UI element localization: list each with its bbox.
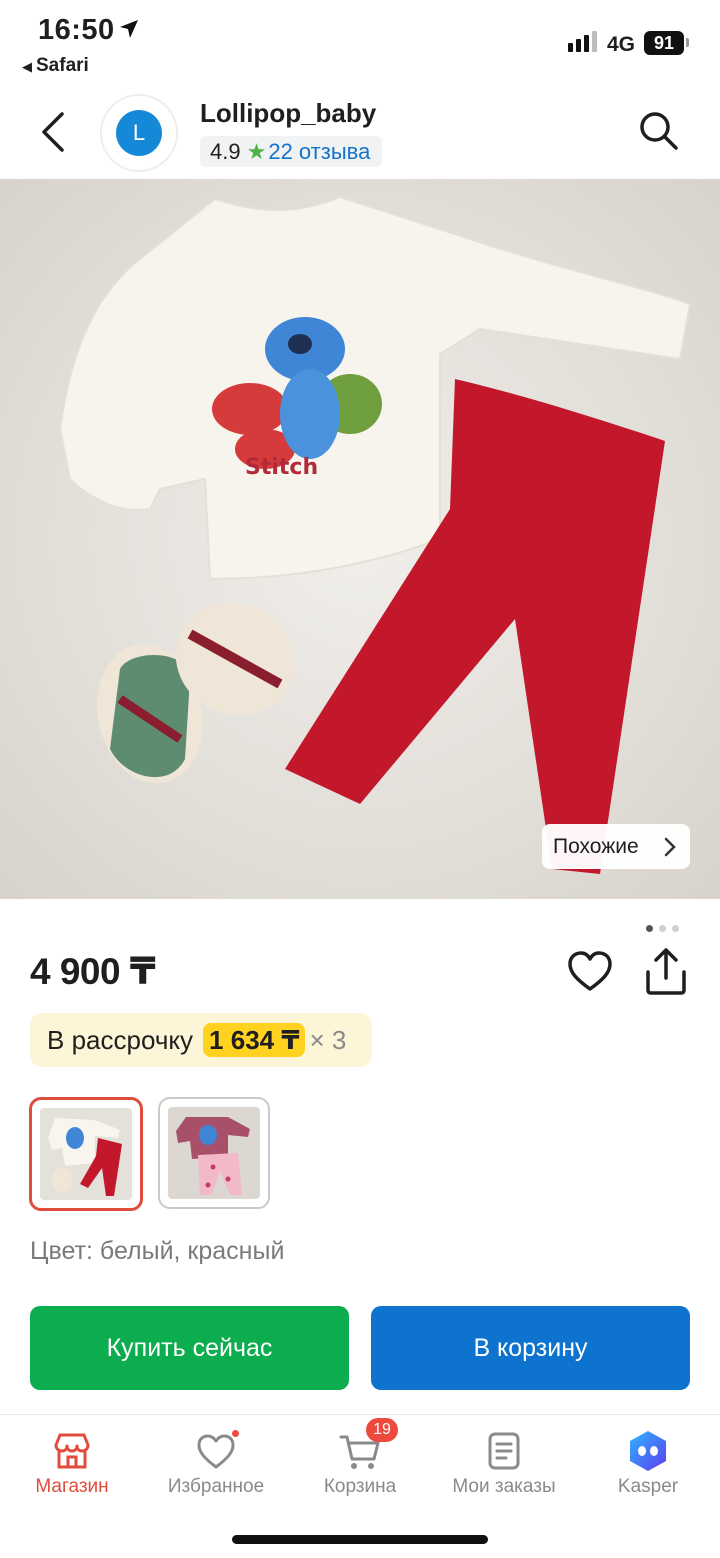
location-arrow-icon xyxy=(120,20,138,38)
rating-value: 4.9 xyxy=(210,139,241,164)
product-image[interactable]: Stitch Похожие xyxy=(0,179,720,899)
orders-icon xyxy=(488,1432,520,1470)
pager-dot xyxy=(672,925,679,932)
battery-icon: 91 xyxy=(644,31,684,55)
tab-label: Избранное xyxy=(167,1476,265,1497)
shop-icon xyxy=(54,1433,90,1469)
selected-color-label: Цвет: белый, красный xyxy=(30,1237,285,1265)
battery-tip xyxy=(686,38,689,47)
back-app-label: Safari xyxy=(36,55,89,76)
notification-dot xyxy=(230,1428,241,1439)
tab-cart[interactable]: 19 Корзина xyxy=(288,1415,432,1515)
star-icon: ★ xyxy=(246,139,267,164)
variant-image xyxy=(168,1107,260,1199)
pager-dot xyxy=(646,925,653,932)
rating-pill[interactable]: 4.9 ★22 отзыва xyxy=(200,136,383,167)
search-icon[interactable] xyxy=(634,106,682,154)
tab-label: Магазин xyxy=(35,1476,109,1497)
product-photo-illustration: Stitch xyxy=(0,179,720,899)
tab-label: Kasper xyxy=(617,1476,679,1497)
add-to-cart-button[interactable]: В корзину xyxy=(371,1306,690,1390)
back-chevron-icon[interactable] xyxy=(30,108,78,156)
variant-thumbnail-pink[interactable] xyxy=(158,1097,270,1209)
chevron-right-icon xyxy=(664,837,676,857)
kasper-icon xyxy=(630,1431,666,1471)
installment-amount: 1 634 ₸ xyxy=(203,1023,306,1057)
heart-icon[interactable] xyxy=(566,948,614,996)
home-indicator xyxy=(232,1535,488,1544)
cart-count-badge: 19 xyxy=(366,1418,398,1442)
reviews-link[interactable]: 22 отзыва xyxy=(268,139,370,164)
tab-my-orders[interactable]: Мои заказы xyxy=(432,1415,576,1515)
tab-kasper[interactable]: Kasper xyxy=(576,1415,720,1515)
tab-shop[interactable]: Магазин xyxy=(0,1415,144,1515)
installment-multiplier: × 3 xyxy=(309,1025,347,1055)
shop-header: L Lollipop_baby 4.9 ★22 отзыва xyxy=(0,86,720,179)
network-type: 4G xyxy=(607,33,636,56)
back-to-app-link[interactable]: ◀ Safari xyxy=(22,55,89,77)
svg-text:Stitch: Stitch xyxy=(245,455,318,480)
tab-favorites[interactable]: Избранное xyxy=(144,1415,288,1515)
tab-label: Корзина xyxy=(323,1476,397,1497)
buy-now-button[interactable]: Купить сейчас xyxy=(30,1306,349,1390)
variant-thumbnail-white-red[interactable] xyxy=(29,1097,143,1211)
similar-products-button[interactable]: Похожие xyxy=(542,824,690,869)
similar-label: Похожие xyxy=(553,835,639,858)
product-price: 4 900 ₸ xyxy=(30,951,156,992)
cellular-signal-icon xyxy=(568,31,597,52)
shop-avatar[interactable]: L xyxy=(100,94,178,172)
status-time: 16:50 xyxy=(38,14,115,46)
variant-image xyxy=(40,1108,132,1200)
installment-offer[interactable]: В рассрочку 1 634 ₸ × 3 xyxy=(30,1013,372,1067)
shop-name[interactable]: Lollipop_baby xyxy=(200,98,376,129)
tab-label: Мои заказы xyxy=(452,1476,556,1497)
avatar-letter: L xyxy=(116,110,162,156)
image-pager-dots xyxy=(646,919,685,937)
status-bar: 16:50 ◀ Safari 4G 91 xyxy=(0,0,720,86)
share-icon[interactable] xyxy=(642,946,690,996)
pager-dot xyxy=(659,925,666,932)
installment-label: В рассрочку xyxy=(47,1025,194,1055)
